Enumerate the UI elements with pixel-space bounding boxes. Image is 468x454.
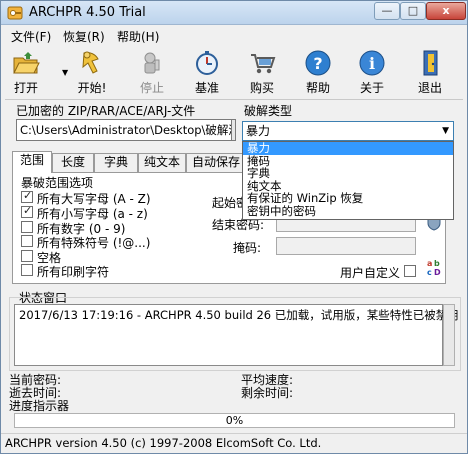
charset-icon[interactable]: a b c D <box>426 258 444 276</box>
status-scrollbar[interactable] <box>443 304 455 366</box>
buy-label: 购买 <box>249 81 274 95</box>
user-defined-label: 用户自定义 <box>340 266 401 280</box>
checkbox-printable-label: 所有印刷字符 <box>37 265 110 279</box>
attack-option-mask[interactable]: 掩码 <box>243 154 453 168</box>
menu-file[interactable]: 文件(F) <box>11 28 51 45</box>
checkbox-box[interactable] <box>21 250 33 262</box>
checkbox-box[interactable] <box>21 235 33 247</box>
svg-text:i: i <box>369 54 375 73</box>
checkmark-icon: ✓ <box>23 189 33 202</box>
attack-type-select[interactable]: 暴力 ▼ <box>242 121 454 141</box>
progress-indicator-label: 进度指示器 <box>9 399 70 413</box>
maximize-button[interactable]: □ <box>400 2 426 20</box>
tab-length[interactable]: 长度 <box>52 153 94 172</box>
attack-type-selected: 暴力 <box>246 124 271 138</box>
help-button[interactable]: ? 帮助 <box>295 47 341 97</box>
app-key-icon <box>7 6 23 20</box>
tab-plaintext[interactable]: 纯文本 <box>138 153 186 172</box>
stopwatch-icon <box>196 51 218 75</box>
window-title: ARCHPR 4.50 Trial <box>29 5 146 20</box>
info-icon: i <box>359 50 385 76</box>
help-icon: ? <box>305 50 331 76</box>
minimize-button[interactable]: — <box>374 2 400 20</box>
stop-icon <box>144 52 160 74</box>
open-label: 打开 <box>13 81 38 95</box>
progress-text: 0% <box>225 414 244 427</box>
exit-label: 退出 <box>417 81 442 95</box>
mask-field[interactable] <box>276 237 416 255</box>
menu-recover[interactable]: 恢复(R) <box>63 28 105 45</box>
stop-button[interactable]: 停止 <box>129 47 175 97</box>
start-button[interactable]: 开始! <box>69 47 115 97</box>
attack-option-winzip[interactable]: 有保证的 WinZip 恢复 <box>243 192 453 205</box>
tab-dictionary[interactable]: 字典 <box>94 153 138 172</box>
checkbox-box[interactable]: ✓ <box>21 204 33 218</box>
open-button[interactable]: 打开 <box>3 47 49 97</box>
svg-text:a: a <box>427 259 432 268</box>
folder-open-icon <box>13 52 40 74</box>
open-dropdown-arrow-icon[interactable]: ▼ <box>62 68 68 77</box>
attack-option-bruteforce[interactable]: 暴力 <box>243 142 453 155</box>
about-button[interactable]: i 关于 <box>349 47 395 97</box>
stop-label: 停止 <box>139 81 164 95</box>
play-icon <box>82 51 99 74</box>
progress-bar: 0% <box>14 413 455 428</box>
toolbar-separator <box>5 99 463 100</box>
svg-text:b: b <box>434 259 440 268</box>
remaining-time-label: 剩余时间: <box>241 386 294 400</box>
browse-button[interactable] <box>232 119 236 141</box>
tab-autosave[interactable]: 自动保存 <box>186 153 246 172</box>
about-label: 关于 <box>359 81 384 95</box>
checkbox-box[interactable]: ✓ <box>21 189 33 203</box>
tab-range[interactable]: 范围 <box>12 151 52 173</box>
close-button[interactable]: x <box>426 2 466 20</box>
title-bar[interactable]: ARCHPR 4.50 Trial — □ x <box>1 1 467 25</box>
app-window: ARCHPR 4.50 Trial — □ x 文件(F) 恢复(R) 帮助(H… <box>0 0 468 454</box>
start-label: 开始! <box>77 81 107 95</box>
encrypted-file-label: 已加密的 ZIP/RAR/ACE/ARJ-文件 <box>16 104 196 118</box>
attack-type-dropdown: 暴力 掩码 字典 纯文本 有保证的 WinZip 恢复 密钥中的密码 <box>242 141 454 220</box>
svg-text:c: c <box>427 268 432 276</box>
toolbar: 打开 ▼ 开始! 停止 基准 购买 ? 帮助 i 关于 退出 <box>1 47 467 99</box>
file-path-field[interactable]: C:\Users\Administrator\Desktop\破解测试 <box>16 119 232 141</box>
attack-option-key-password[interactable]: 密钥中的密码 <box>243 204 453 218</box>
benchmark-button[interactable]: 基准 <box>184 47 230 97</box>
status-log: 2017/6/13 17:19:16 - ARCHPR 4.50 build 2… <box>14 304 459 366</box>
attack-type-label: 破解类型 <box>244 104 293 118</box>
user-defined-checkbox[interactable] <box>404 265 416 277</box>
exit-icon <box>423 50 438 76</box>
menu-help[interactable]: 帮助(H) <box>117 28 159 45</box>
menu-bar: 文件(F) 恢复(R) 帮助(H) <box>1 26 467 46</box>
svg-text:?: ? <box>313 54 322 73</box>
attack-option-dictionary[interactable]: 字典 <box>243 167 453 180</box>
cart-icon <box>251 54 276 74</box>
benchmark-label: 基准 <box>194 81 219 95</box>
checkbox-box[interactable] <box>21 221 33 233</box>
help-label: 帮助 <box>305 81 330 95</box>
exit-button[interactable]: 退出 <box>407 47 453 97</box>
status-bar: ARCHPR version 4.50 (c) 1997-2008 ElcomS… <box>1 433 467 453</box>
checkbox-box[interactable] <box>21 264 33 276</box>
mask-label: 掩码: <box>233 241 262 255</box>
chevron-down-icon[interactable]: ▼ <box>442 122 449 140</box>
checkmark-icon: ✓ <box>23 204 33 217</box>
svg-text:D: D <box>434 268 441 276</box>
buy-button[interactable]: 购买 <box>239 47 285 97</box>
